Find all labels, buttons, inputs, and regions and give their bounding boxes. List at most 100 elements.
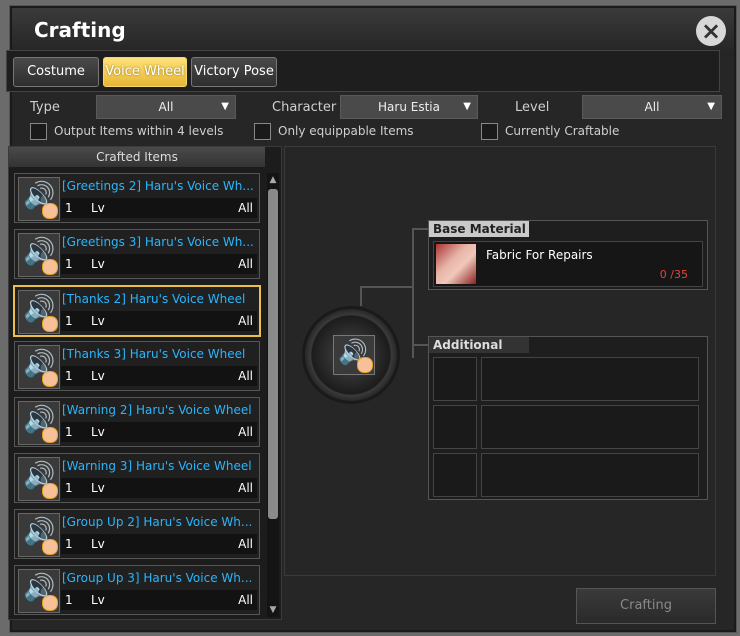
chevron-down-icon: ▼ (221, 101, 229, 112)
base-material-section: Base Material Fabric For Repairs 0 /35 (428, 220, 708, 290)
checkbox-label: Output Items within 4 levels (54, 124, 224, 138)
item-level-value: All (238, 425, 253, 439)
list-item[interactable]: 🔊 [Greetings 3] Haru's Voice Wh... 1 Lv All (14, 229, 260, 279)
connector-line (360, 286, 362, 306)
item-level-row: 1 Lv All (61, 590, 257, 610)
item-level-number: 1 (65, 369, 73, 383)
chevron-down-icon: ▼ (463, 101, 471, 112)
type-dropdown-value: All (158, 100, 174, 114)
scrollbar[interactable]: ▲ ▼ (267, 173, 279, 617)
item-level-value: All (238, 314, 253, 328)
checkbox-currently-craftable[interactable]: Currently Craftable (481, 123, 631, 141)
item-level-label: Lv (91, 314, 105, 328)
connector-line (360, 286, 412, 288)
item-level-label: Lv (91, 537, 105, 551)
list-item[interactable]: 🔊 [Greetings 2] Haru's Voice Wh... 1 Lv All (14, 173, 260, 223)
item-level-number: 1 (65, 537, 73, 551)
material-name: Fabric For Repairs (486, 248, 593, 262)
item-level-label: Lv (91, 201, 105, 215)
item-name: [Greetings 2] Haru's Voice Wh... (62, 179, 254, 193)
additional-slot-icon[interactable] (433, 453, 477, 497)
close-icon[interactable]: × (696, 16, 726, 46)
fabric-icon (436, 244, 476, 284)
item-level-row: 1 Lv All (61, 254, 257, 274)
level-dropdown[interactable]: All ▼ (582, 95, 722, 119)
window-title: Crafting (34, 18, 126, 42)
character-portrait-icon (42, 316, 58, 332)
item-level-number: 1 (65, 201, 73, 215)
additional-slot[interactable] (481, 357, 699, 401)
checkbox-label: Only equippable Items (278, 124, 414, 138)
item-name: [Group Up 2] Haru's Voice Wh... (62, 515, 253, 529)
item-level-number: 1 (65, 257, 73, 271)
item-level-value: All (238, 201, 253, 215)
additional-slot-icon[interactable] (433, 405, 477, 449)
tab-bar: Costume Voice Wheel Victory Pose (6, 50, 720, 92)
list-item[interactable]: 🔊 [Warning 2] Haru's Voice Wheel 1 Lv All (14, 397, 260, 447)
tab-costume[interactable]: Costume (13, 57, 99, 87)
checkbox-only-equippable[interactable]: Only equippable Items (254, 123, 424, 141)
level-dropdown-value: All (644, 100, 660, 114)
item-level-label: Lv (91, 481, 105, 495)
connector-line (412, 228, 414, 358)
item-level-number: 1 (65, 481, 73, 495)
tab-voice-wheel[interactable]: Voice Wheel (103, 57, 187, 87)
character-portrait-icon (42, 371, 58, 387)
item-level-row: 1 Lv All (61, 311, 257, 331)
list-item[interactable]: 🔊 [Thanks 3] Haru's Voice Wheel 1 Lv All (14, 341, 260, 391)
voice-wheel-icon: 🔊 (18, 457, 60, 501)
checkbox-box[interactable] (30, 123, 47, 140)
item-level-row: 1 Lv All (61, 534, 257, 554)
additional-slot[interactable] (481, 453, 699, 497)
type-label: Type (30, 100, 60, 115)
checkbox-label: Currently Craftable (505, 124, 620, 138)
item-level-row: 1 Lv All (61, 198, 257, 218)
tab-victory-pose[interactable]: Victory Pose (191, 57, 277, 87)
item-level-value: All (238, 481, 253, 495)
crafted-items-panel: Crafted Items 🔊 [Greetings 2] Haru's Voic… (8, 146, 282, 620)
crafted-items-list: 🔊 [Greetings 2] Haru's Voice Wh... 1 Lv All 🔊… (9, 171, 265, 619)
additional-section: Additional (428, 336, 708, 500)
crafted-items-header: Crafted Items (9, 147, 265, 167)
item-level-value: All (238, 369, 253, 383)
item-name: [Thanks 3] Haru's Voice Wheel (62, 347, 246, 361)
item-level-label: Lv (91, 257, 105, 271)
checkbox-box[interactable] (481, 123, 498, 140)
item-level-number: 1 (65, 314, 73, 328)
crafting-button[interactable]: Crafting (576, 588, 716, 624)
connector-line (412, 344, 428, 346)
list-item[interactable]: 🔊 [Group Up 2] Haru's Voice Wh... 1 Lv All (14, 509, 260, 559)
character-dropdown[interactable]: Haru Estia ▼ (340, 95, 478, 119)
character-portrait-icon (357, 357, 373, 373)
list-item[interactable]: 🔊 [Warning 3] Haru's Voice Wheel 1 Lv All (14, 453, 260, 503)
connector-line (412, 228, 428, 230)
additional-slot-icon[interactable] (433, 357, 477, 401)
list-item[interactable]: 🔊 [Thanks 2] Haru's Voice Wheel 1 Lv All (13, 285, 261, 337)
scrollbar-thumb[interactable] (268, 189, 278, 519)
character-dropdown-value: Haru Estia (378, 100, 440, 114)
level-label: Level (515, 100, 550, 115)
list-item[interactable]: 🔊 [Group Up 3] Haru's Voice Wh... 1 Lv All (14, 565, 260, 615)
item-level-label: Lv (91, 425, 105, 439)
character-portrait-icon (42, 259, 58, 275)
item-level-row: 1 Lv All (61, 366, 257, 386)
scroll-up-icon[interactable]: ▲ (268, 175, 278, 185)
character-label: Character (272, 100, 337, 115)
base-material-slot[interactable]: Fabric For Repairs 0 /35 (433, 241, 703, 287)
item-level-label: Lv (91, 369, 105, 383)
chevron-down-icon: ▼ (707, 101, 715, 112)
additional-slot[interactable] (481, 405, 699, 449)
item-level-row: 1 Lv All (61, 422, 257, 442)
item-level-label: Lv (91, 593, 105, 607)
item-level-number: 1 (65, 425, 73, 439)
scroll-down-icon[interactable]: ▼ (268, 605, 278, 615)
checkbox-box[interactable] (254, 123, 271, 140)
item-level-value: All (238, 537, 253, 551)
checkbox-within-4-levels[interactable]: Output Items within 4 levels (30, 123, 230, 141)
character-portrait-icon (42, 483, 58, 499)
type-dropdown[interactable]: All ▼ (96, 95, 236, 119)
character-portrait-icon (42, 427, 58, 443)
item-level-value: All (238, 593, 253, 607)
voice-wheel-icon: 🔊 (18, 513, 60, 557)
item-name: [Greetings 3] Haru's Voice Wh... (62, 235, 254, 249)
